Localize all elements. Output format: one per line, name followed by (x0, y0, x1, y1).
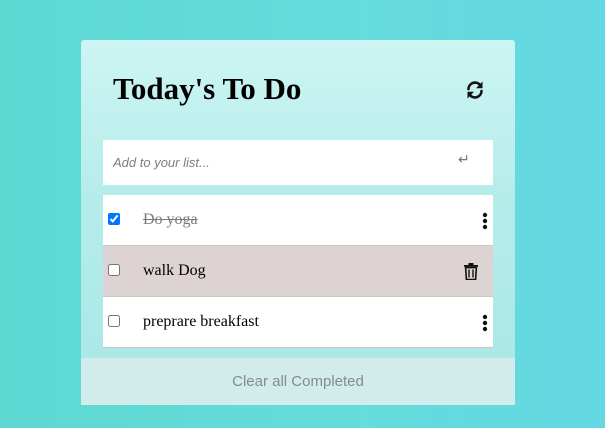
add-item-input[interactable] (113, 140, 443, 185)
todo-label: walk Dog (143, 262, 206, 279)
enter-arrow-icon[interactable]: ↵ (458, 152, 470, 168)
todo-label: Do yoga (143, 211, 198, 228)
kebab-menu-icon[interactable] (481, 314, 489, 332)
todo-checkbox[interactable] (108, 213, 120, 225)
todo-card: Today's To Do ↵ Do yoga walk Dog (81, 40, 515, 405)
todo-checkbox[interactable] (108, 315, 120, 327)
todo-list: Do yoga walk Dog preprare breakfast (103, 195, 493, 348)
kebab-menu-icon[interactable] (481, 212, 489, 230)
refresh-icon[interactable] (465, 80, 485, 100)
add-item-box: ↵ (103, 140, 493, 185)
todo-label: preprare breakfast (143, 313, 259, 330)
todo-checkbox[interactable] (108, 264, 120, 276)
trash-icon[interactable] (463, 263, 479, 280)
todo-item[interactable]: preprare breakfast (103, 297, 493, 348)
page-title: Today's To Do (113, 71, 302, 106)
clear-completed-button[interactable]: Clear all Completed (81, 358, 515, 405)
todo-item[interactable]: walk Dog (103, 246, 493, 297)
todo-item[interactable]: Do yoga (103, 195, 493, 246)
